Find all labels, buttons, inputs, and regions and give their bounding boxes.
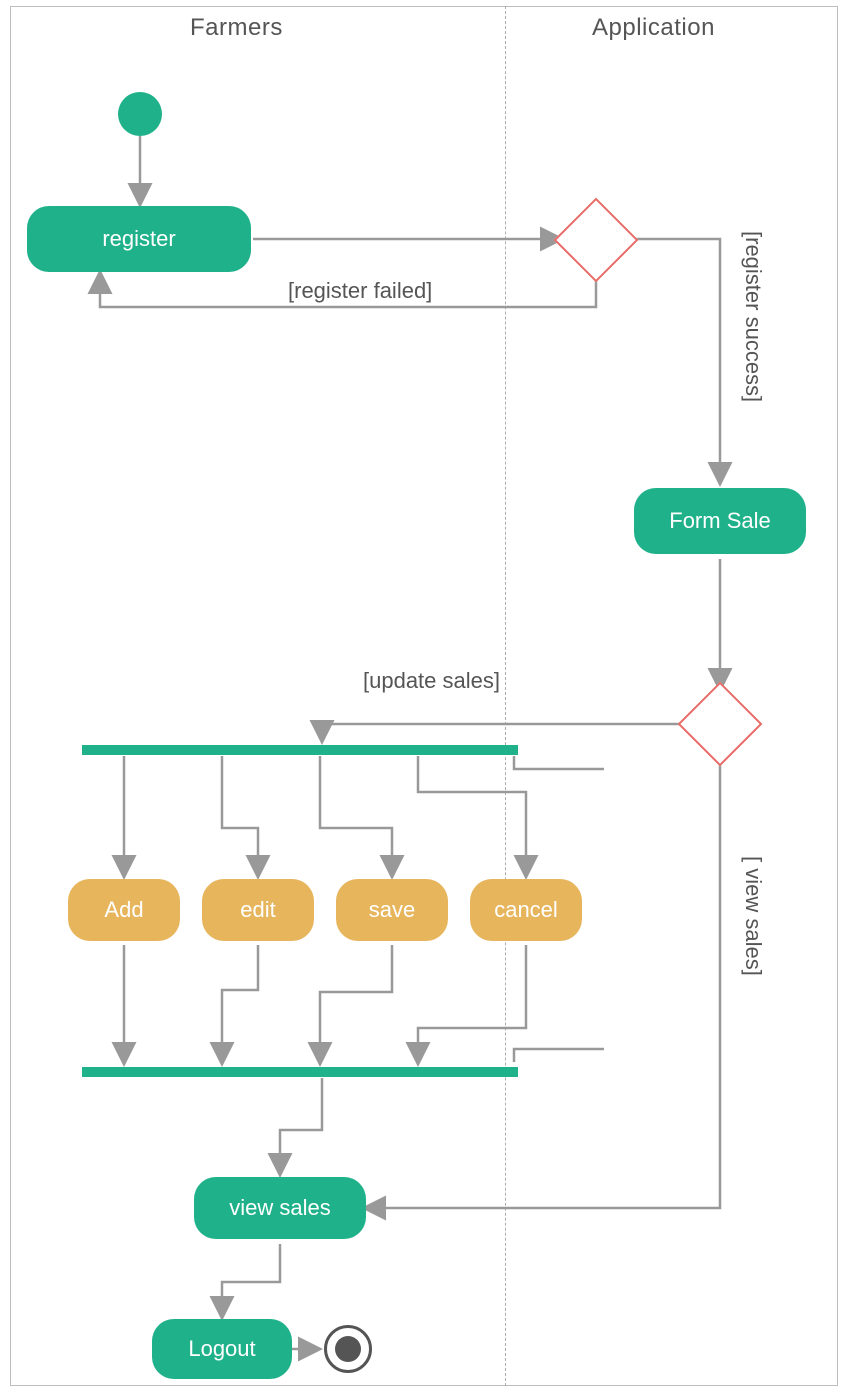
activity-form-sale-label: Form Sale <box>669 508 770 534</box>
guard-view-sales: [ view sales] <box>740 856 766 976</box>
activity-cancel-label: cancel <box>494 897 558 923</box>
swimlane-header-right: Application <box>592 14 715 42</box>
activity-cancel: cancel <box>470 879 582 941</box>
end-node <box>324 1325 372 1373</box>
activity-register-label: register <box>102 226 175 252</box>
activity-logout: Logout <box>152 1319 292 1379</box>
swimlane-divider <box>505 6 506 1386</box>
activity-save-label: save <box>369 897 415 923</box>
fork-bar <box>82 745 518 755</box>
end-node-inner <box>335 1336 361 1362</box>
activity-save: save <box>336 879 448 941</box>
activity-view-sales-label: view sales <box>229 1195 330 1221</box>
swimlane-header-left: Farmers <box>190 14 283 42</box>
activity-add: Add <box>68 879 180 941</box>
activity-edit-label: edit <box>240 897 275 923</box>
activity-logout-label: Logout <box>188 1336 255 1362</box>
guard-register-success: [register success] <box>740 231 766 402</box>
start-node <box>118 92 162 136</box>
join-bar <box>82 1067 518 1077</box>
activity-edit: edit <box>202 879 314 941</box>
guard-update-sales: [update sales] <box>363 668 500 694</box>
activity-add-label: Add <box>104 897 143 923</box>
activity-view-sales: view sales <box>194 1177 366 1239</box>
activity-register: register <box>27 206 251 272</box>
activity-form-sale: Form Sale <box>634 488 806 554</box>
guard-register-failed: [register failed] <box>288 278 432 304</box>
